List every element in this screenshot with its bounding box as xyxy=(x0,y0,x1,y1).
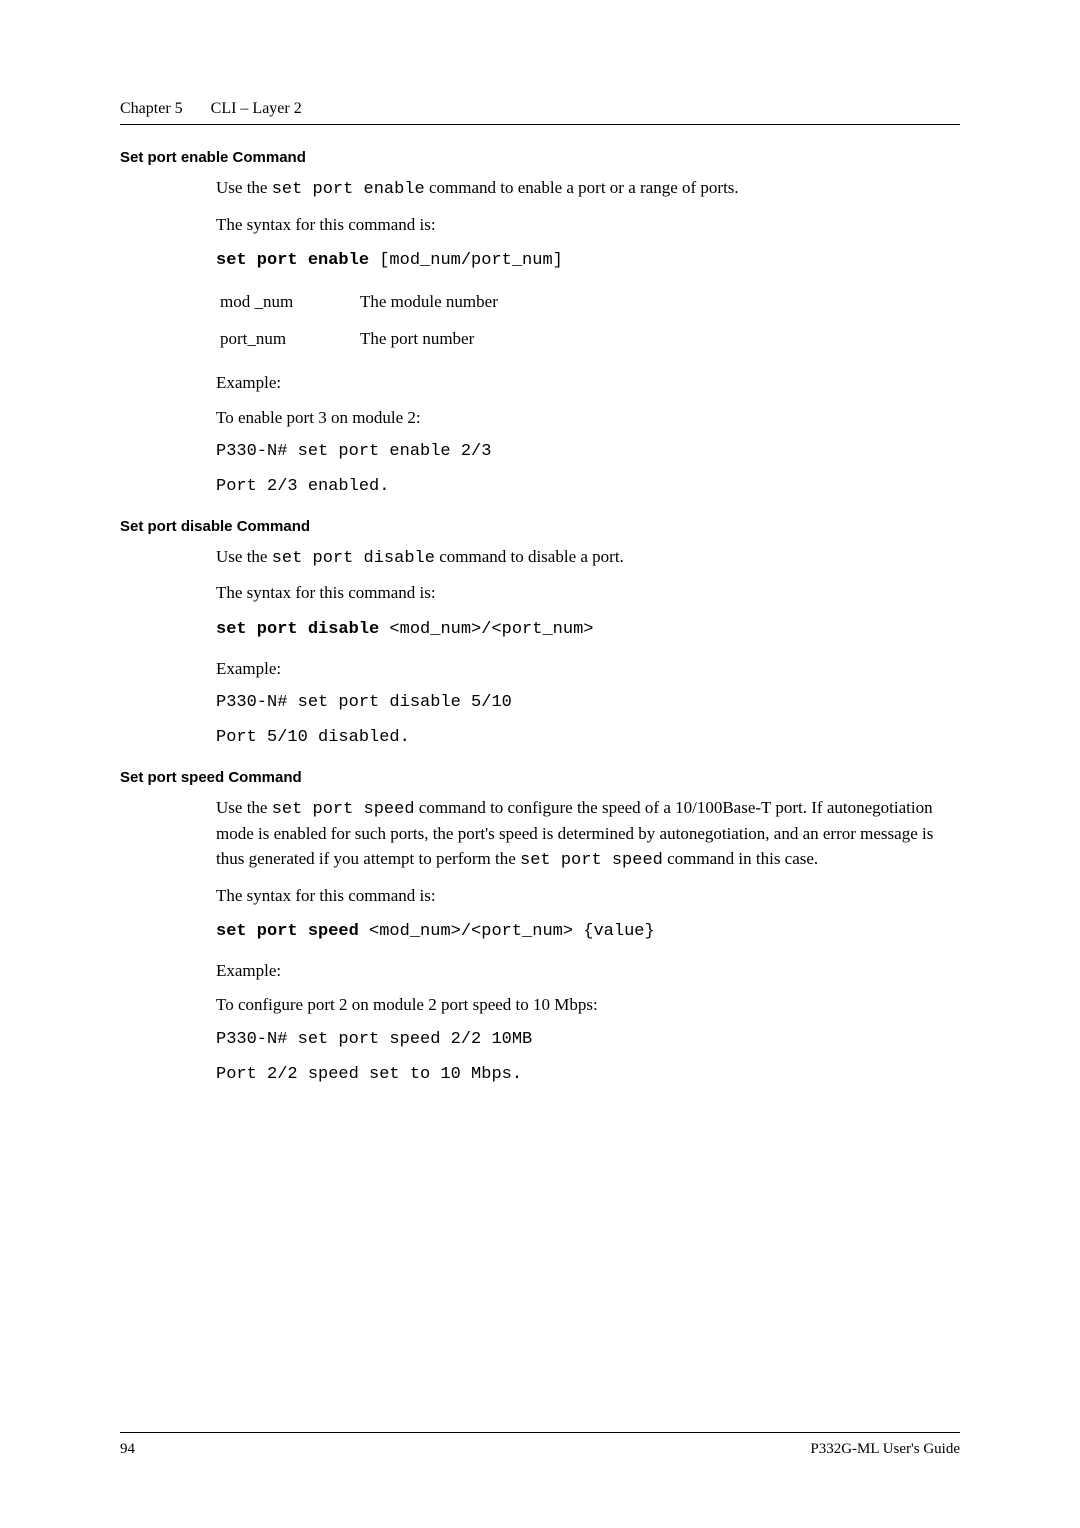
guide-title: P332G-ML User's Guide xyxy=(810,1441,960,1458)
text: Use the xyxy=(216,798,272,817)
footer-row: 94 P332G-ML User's Guide xyxy=(120,1441,960,1458)
text: command to enable a port or a range of p… xyxy=(425,178,739,197)
syntax-line: set port disable <mod_num>/<port_num> xyxy=(216,616,960,643)
page-number: 94 xyxy=(120,1441,135,1458)
section-body-enable: Use the set port enable command to enabl… xyxy=(216,176,960,500)
example-label: Example: xyxy=(216,657,960,682)
param-desc: The module number xyxy=(360,284,498,321)
inline-command: set port speed xyxy=(272,800,415,819)
chapter-header: Chapter 5 CLI – Layer 2 xyxy=(120,100,960,118)
example-output: Port 2/2 speed set to 10 Mbps. xyxy=(216,1063,960,1088)
example-cmd: P330-N# set port speed 2/2 10MB xyxy=(216,1028,960,1053)
inline-command: set port disable xyxy=(272,549,435,568)
param-name: port_num xyxy=(220,321,360,358)
inline-command: set port speed xyxy=(520,851,663,870)
syntax-cmd: set port disable xyxy=(216,620,379,639)
inline-command: set port enable xyxy=(272,180,425,199)
syntax-args: [mod_num/port_num] xyxy=(369,251,563,270)
chapter-title: CLI – Layer 2 xyxy=(211,100,302,117)
text: command to disable a port. xyxy=(435,547,624,566)
syntax-line: set port speed <mod_num>/<port_num> {val… xyxy=(216,918,960,945)
example-label: Example: xyxy=(216,371,960,396)
section-title-speed: Set port speed Command xyxy=(120,769,960,786)
param-name: mod _num xyxy=(220,284,360,321)
page: Chapter 5 CLI – Layer 2 Set port enable … xyxy=(0,0,1080,1528)
footer: 94 P332G-ML User's Guide xyxy=(120,1424,960,1458)
param-desc: The port number xyxy=(360,321,498,358)
syntax-args: <mod_num>/<port_num> xyxy=(379,620,593,639)
footer-rule xyxy=(120,1432,960,1433)
example-output: Port 5/10 disabled. xyxy=(216,726,960,751)
example-desc: To enable port 3 on module 2: xyxy=(216,406,960,431)
enable-intro: Use the set port enable command to enabl… xyxy=(216,176,960,203)
header-rule xyxy=(120,124,960,125)
example-desc: To configure port 2 on module 2 port spe… xyxy=(216,993,960,1018)
syntax-label: The syntax for this command is: xyxy=(216,884,960,909)
params-table: mod _num The module number port_num The … xyxy=(220,284,498,357)
syntax-cmd: set port enable xyxy=(216,251,369,270)
table-row: mod _num The module number xyxy=(220,284,498,321)
text: Use the xyxy=(216,547,272,566)
example-label: Example: xyxy=(216,959,960,984)
section-body-speed: Use the set port speed command to config… xyxy=(216,796,960,1088)
syntax-cmd: set port speed xyxy=(216,922,359,941)
syntax-label: The syntax for this command is: xyxy=(216,213,960,238)
speed-intro: Use the set port speed command to config… xyxy=(216,796,960,874)
section-body-disable: Use the set port disable command to disa… xyxy=(216,545,960,751)
chapter-number: Chapter 5 xyxy=(120,100,183,117)
section-title-disable: Set port disable Command xyxy=(120,518,960,535)
example-cmd: P330-N# set port disable 5/10 xyxy=(216,691,960,716)
example-output: Port 2/3 enabled. xyxy=(216,475,960,500)
syntax-line: set port enable [mod_num/port_num] xyxy=(216,247,960,274)
syntax-label: The syntax for this command is: xyxy=(216,581,960,606)
text: command in this case. xyxy=(663,849,818,868)
example-cmd: P330-N# set port enable 2/3 xyxy=(216,440,960,465)
disable-intro: Use the set port disable command to disa… xyxy=(216,545,960,572)
table-row: port_num The port number xyxy=(220,321,498,358)
text: Use the xyxy=(216,178,272,197)
syntax-args: <mod_num>/<port_num> {value} xyxy=(359,922,655,941)
section-title-enable: Set port enable Command xyxy=(120,149,960,166)
